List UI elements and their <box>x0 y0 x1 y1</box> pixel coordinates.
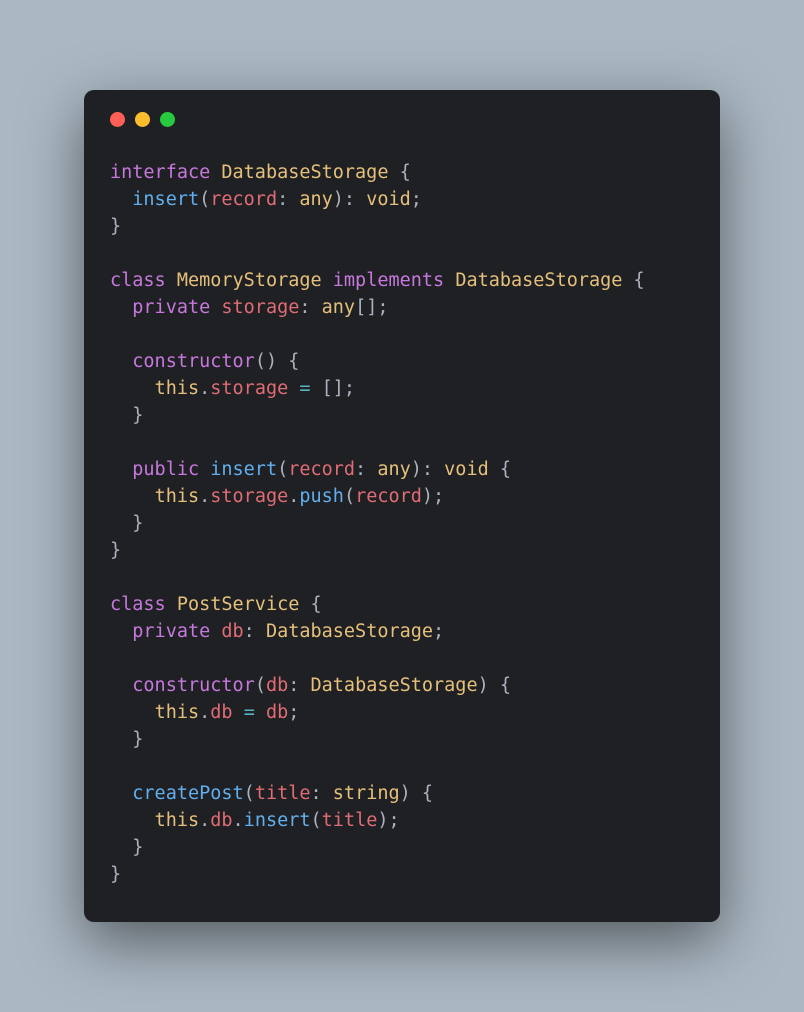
class-MemoryStorage: MemoryStorage <box>177 270 322 291</box>
arg-db: db <box>266 702 288 723</box>
call-insert: insert <box>244 810 311 831</box>
type-void: void <box>366 189 411 210</box>
ref-db-2: db <box>210 810 232 831</box>
close-icon[interactable] <box>110 112 125 127</box>
type-DatabaseStorage-4: DatabaseStorage <box>311 675 478 696</box>
param-record-2: record <box>288 459 355 480</box>
prop-db: db <box>221 621 243 642</box>
type-DatabaseStorage: DatabaseStorage <box>221 162 388 183</box>
type-void-2: void <box>444 459 489 480</box>
keyword-private-2: private <box>132 621 210 642</box>
minimize-icon[interactable] <box>135 112 150 127</box>
code-window: interface DatabaseStorage { insert(recor… <box>84 90 720 922</box>
keyword-class: class <box>110 270 166 291</box>
keyword-this: this <box>155 378 200 399</box>
keyword-implements: implements <box>333 270 444 291</box>
type-string: string <box>333 783 400 804</box>
param-record: record <box>210 189 277 210</box>
method-push: push <box>299 486 344 507</box>
prop-storage: storage <box>221 297 299 318</box>
type-any-2: any <box>322 297 355 318</box>
window-titlebar <box>110 112 694 127</box>
type-any-3: any <box>377 459 410 480</box>
type-any: any <box>299 189 332 210</box>
method-createPost: createPost <box>132 783 243 804</box>
keyword-this-3: this <box>155 702 200 723</box>
keyword-constructor-2: constructor <box>132 675 255 696</box>
keyword-interface: interface <box>110 162 210 183</box>
class-PostService: PostService <box>177 594 300 615</box>
zoom-icon[interactable] <box>160 112 175 127</box>
keyword-constructor: constructor <box>132 351 255 372</box>
type-DatabaseStorage-3: DatabaseStorage <box>266 621 433 642</box>
keyword-private: private <box>132 297 210 318</box>
ref-storage: storage <box>210 378 288 399</box>
method-insert: insert <box>132 189 199 210</box>
keyword-this-4: this <box>155 810 200 831</box>
ref-db: db <box>210 702 232 723</box>
arg-title: title <box>322 810 378 831</box>
keyword-public: public <box>132 459 199 480</box>
type-DatabaseStorage-2: DatabaseStorage <box>455 270 622 291</box>
keyword-this-2: this <box>155 486 200 507</box>
ref-storage-2: storage <box>210 486 288 507</box>
param-title: title <box>255 783 311 804</box>
param-db: db <box>266 675 288 696</box>
code-block: interface DatabaseStorage { insert(recor… <box>110 159 694 888</box>
arg-record: record <box>355 486 422 507</box>
method-insert-2: insert <box>210 459 277 480</box>
keyword-class-2: class <box>110 594 166 615</box>
